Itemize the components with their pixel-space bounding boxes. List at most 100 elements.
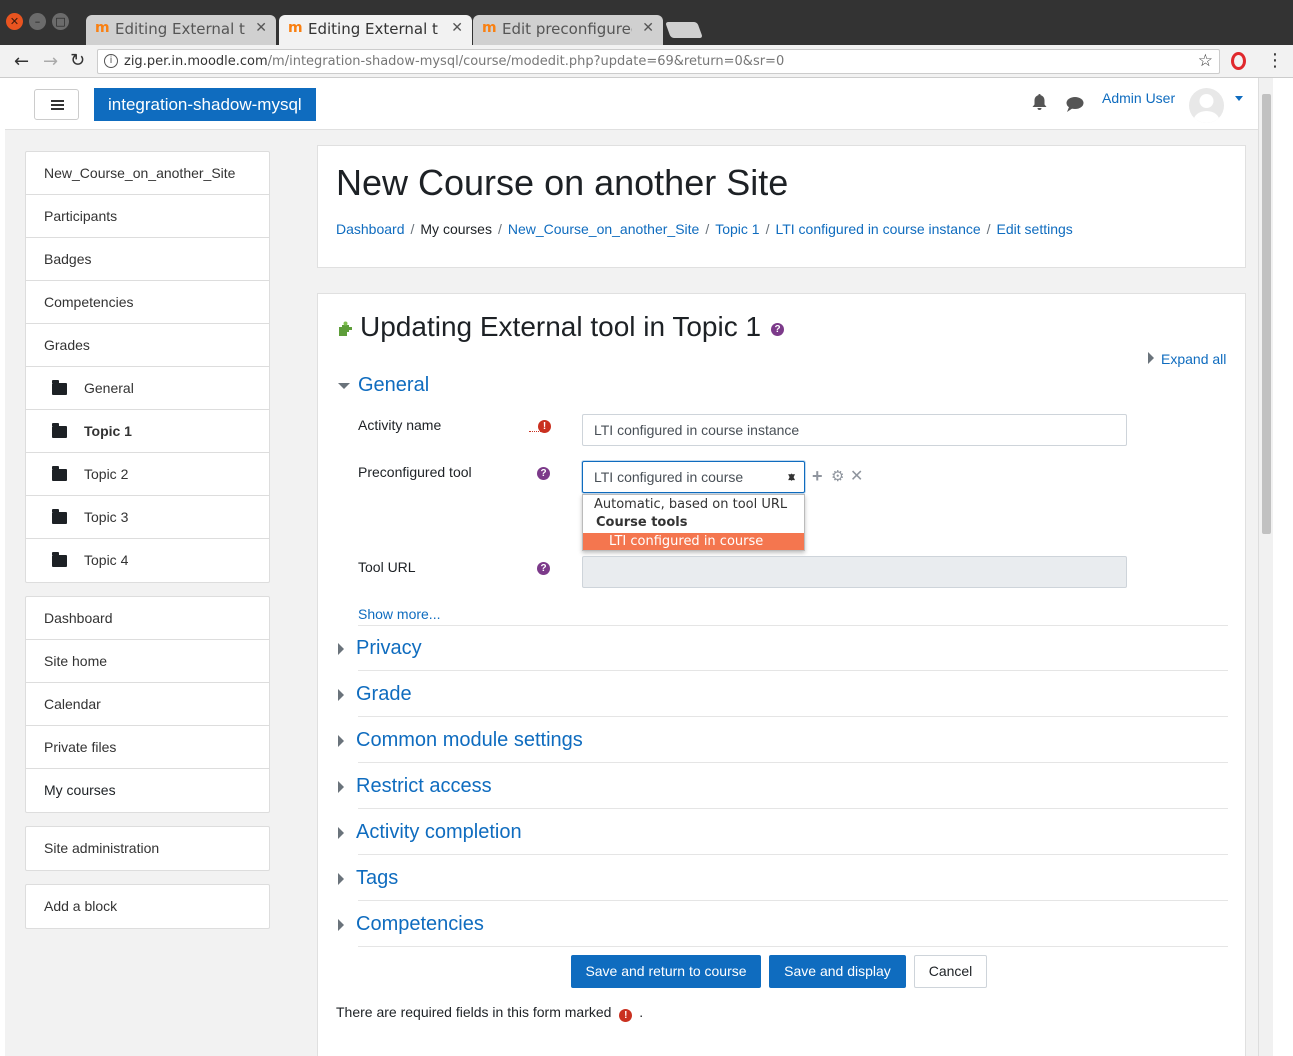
expand-all-link[interactable]: Expand all bbox=[1161, 351, 1226, 367]
nav-calendar[interactable]: Calendar bbox=[26, 683, 269, 726]
tab-close-icon[interactable]: ✕ bbox=[451, 20, 463, 36]
nav-section-label: Topic 1 bbox=[84, 423, 132, 439]
new-tab-button[interactable] bbox=[665, 22, 703, 38]
section-title: Common module settings bbox=[356, 729, 583, 751]
bookmark-star-icon[interactable]: ☆ bbox=[1198, 51, 1213, 71]
form-heading: Updating External tool in Topic 1 bbox=[360, 311, 762, 342]
bell-icon[interactable] bbox=[1032, 94, 1047, 116]
user-menu-caret-icon[interactable] bbox=[1235, 96, 1243, 101]
nav-private-files[interactable]: Private files bbox=[26, 726, 269, 769]
section-activity-completion-header[interactable]: Activity completion bbox=[338, 821, 522, 844]
breadcrumb-course[interactable]: New_Course_on_another_Site bbox=[508, 221, 699, 237]
section-tags-header[interactable]: Tags bbox=[338, 867, 398, 890]
add-block-link[interactable]: Add a block bbox=[26, 885, 269, 928]
breadcrumb-dashboard[interactable]: Dashboard bbox=[336, 221, 405, 237]
nav-section-topic-4[interactable]: Topic 4 bbox=[26, 539, 269, 582]
nav-site-administration[interactable]: Site administration bbox=[26, 827, 269, 870]
avatar[interactable] bbox=[1189, 88, 1224, 123]
reload-icon[interactable]: ↻ bbox=[70, 50, 85, 71]
activity-name-input[interactable]: LTI configured in course instance bbox=[582, 414, 1127, 446]
browser-tab-2[interactable]: m Editing External tool ✕ bbox=[279, 15, 472, 45]
tab-close-icon[interactable]: ✕ bbox=[642, 20, 654, 36]
tab-label: Editing External tool bbox=[308, 20, 438, 38]
required-note-text: There are required fields in this form m… bbox=[336, 1004, 612, 1020]
save-display-button[interactable]: Save and display bbox=[769, 955, 906, 988]
forward-arrow-icon[interactable]: → bbox=[43, 51, 58, 72]
gear-icon[interactable]: ⚙ bbox=[831, 468, 844, 484]
preconfigured-tool-dropdown: Automatic, based on tool URL Course tool… bbox=[582, 494, 805, 551]
section-title: Activity completion bbox=[356, 821, 522, 843]
expand-caret-icon bbox=[338, 642, 344, 655]
site-brand[interactable]: integration-shadow-mysql bbox=[94, 88, 316, 121]
browser-tab-3[interactable]: m Edit preconfigured ✕ bbox=[473, 15, 663, 45]
delete-tool-icon[interactable]: ✕ bbox=[850, 467, 863, 484]
browser-tab-1[interactable]: m Editing External tool ✕ bbox=[86, 15, 276, 45]
dropdown-option-automatic[interactable]: Automatic, based on tool URL bbox=[594, 497, 787, 512]
dropdown-option-selected[interactable]: LTI configured in course bbox=[583, 533, 804, 550]
nav-participants[interactable]: Participants bbox=[26, 195, 269, 238]
messages-icon[interactable] bbox=[1066, 97, 1084, 115]
user-menu-name[interactable]: Admin User bbox=[1102, 90, 1175, 106]
back-arrow-icon[interactable]: ← bbox=[14, 51, 29, 72]
nav-dashboard[interactable]: Dashboard bbox=[26, 597, 269, 640]
save-return-button[interactable]: Save and return to course bbox=[571, 955, 761, 988]
form-card: Updating External tool in Topic 1 ? Expa… bbox=[317, 293, 1246, 1056]
drawer-toggle-button[interactable] bbox=[34, 89, 79, 120]
section-grade-header[interactable]: Grade bbox=[338, 683, 412, 706]
page-scrollbar[interactable] bbox=[1258, 78, 1273, 1056]
nav-course-home[interactable]: New_Course_on_another_Site bbox=[26, 152, 269, 195]
show-more-link[interactable]: Show more... bbox=[358, 606, 440, 622]
section-title: Privacy bbox=[356, 637, 422, 659]
required-fields-note: There are required fields in this form m… bbox=[336, 1004, 643, 1022]
browser-menu-icon[interactable]: ⋮ bbox=[1266, 50, 1284, 71]
section-privacy-header[interactable]: Privacy bbox=[338, 637, 422, 660]
info-icon[interactable]: i bbox=[104, 54, 118, 68]
section-common-module-header[interactable]: Common module settings bbox=[338, 729, 583, 752]
opera-extension-icon[interactable] bbox=[1231, 52, 1246, 70]
nav-section-topic-2[interactable]: Topic 2 bbox=[26, 453, 269, 496]
divider bbox=[358, 946, 1228, 947]
expand-caret-icon bbox=[338, 826, 344, 839]
divider bbox=[358, 670, 1228, 671]
divider bbox=[358, 762, 1228, 763]
cancel-button[interactable]: Cancel bbox=[914, 955, 987, 988]
folder-icon bbox=[52, 466, 67, 481]
nav-badges[interactable]: Badges bbox=[26, 238, 269, 281]
nav-section-general[interactable]: General bbox=[26, 367, 269, 410]
section-title: Restrict access bbox=[356, 775, 492, 797]
section-competencies-header[interactable]: Competencies bbox=[338, 913, 484, 936]
help-icon[interactable]: ? bbox=[537, 467, 550, 480]
window-maximize-icon[interactable]: □ bbox=[52, 13, 69, 30]
help-icon[interactable]: ? bbox=[771, 323, 784, 336]
expand-caret-icon bbox=[338, 734, 344, 747]
help-icon[interactable]: ? bbox=[537, 562, 550, 575]
tab-close-icon[interactable]: ✕ bbox=[255, 20, 267, 36]
preconfigured-tool-select[interactable]: LTI configured in course ▲ ▼ bbox=[582, 461, 805, 493]
breadcrumb-edit-settings[interactable]: Edit settings bbox=[997, 221, 1073, 237]
section-general-header[interactable]: General bbox=[338, 374, 429, 397]
course-nav-block: New_Course_on_another_Site Participants … bbox=[25, 151, 270, 583]
breadcrumb: Dashboard / My courses / New_Course_on_anoth… bbox=[336, 221, 1073, 237]
browser-titlebar: ✕ – □ m Editing External tool ✕ m Editin… bbox=[0, 0, 1293, 45]
url-path: /m/integration-shadow-mysql/course/moded… bbox=[267, 54, 785, 69]
divider bbox=[358, 900, 1228, 901]
add-tool-icon[interactable]: + bbox=[812, 467, 823, 485]
address-bar[interactable]: i zig.per.in.moodle.com/m/integration-sh… bbox=[97, 49, 1220, 74]
breadcrumb-topic[interactable]: Topic 1 bbox=[715, 221, 759, 237]
nav-my-courses[interactable]: My courses bbox=[26, 769, 269, 812]
window-close-icon[interactable]: ✕ bbox=[6, 13, 23, 30]
nav-section-topic-3[interactable]: Topic 3 bbox=[26, 496, 269, 539]
section-restrict-access-header[interactable]: Restrict access bbox=[338, 775, 492, 798]
nav-section-topic-1[interactable]: Topic 1 bbox=[26, 410, 269, 453]
breadcrumb-activity[interactable]: LTI configured in course instance bbox=[775, 221, 980, 237]
select-arrows-icon-down: ▼ bbox=[788, 473, 795, 483]
nav-site-home[interactable]: Site home bbox=[26, 640, 269, 683]
collapse-caret-icon bbox=[338, 382, 350, 389]
divider bbox=[358, 716, 1228, 717]
window-minimize-icon[interactable]: – bbox=[29, 13, 46, 30]
page-title: New Course on another Site bbox=[336, 162, 789, 203]
tool-url-input[interactable] bbox=[582, 556, 1127, 588]
divider bbox=[358, 808, 1228, 809]
nav-grades[interactable]: Grades bbox=[26, 324, 269, 367]
nav-competencies[interactable]: Competencies bbox=[26, 281, 269, 324]
